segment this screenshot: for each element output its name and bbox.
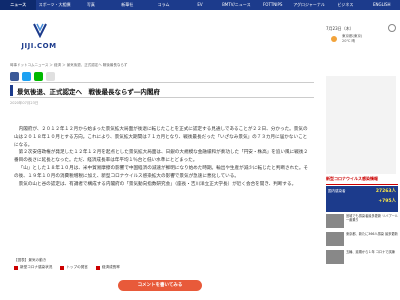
nav-tab-business[interactable]: ビジネス (327, 0, 363, 10)
covid-stats[interactable]: 国内感染者 27263人 +795人 (326, 186, 398, 212)
article-timestamp: 2020年07月23日 (10, 101, 39, 105)
related-link[interactable]: 新型コロナ感染状況 (14, 265, 52, 270)
site-logo[interactable]: JIJI.COM (18, 22, 60, 54)
weather-info: 東京都(東京) 20℃ 晴 (342, 34, 362, 44)
bullet-icon (14, 265, 18, 270)
list-item[interactable]: 宮城でも感染者最多更新 リバプール一番乗り (326, 214, 398, 230)
related-link[interactable]: トップの発言 (60, 265, 88, 270)
figure-link[interactable]: 【図表】景気の動き (14, 258, 46, 263)
sidebar-ad[interactable] (326, 76, 396, 174)
nav-tab-column[interactable]: コラム (145, 0, 181, 10)
covid-count: 27263人 (375, 189, 396, 194)
twitter-icon[interactable] (22, 72, 31, 81)
news-title: 東京都、新たに366人感染 最多更新 (346, 232, 398, 236)
top-nav: ニュース スポーツ・大相撲 写真 新華社 コラム EV BMTV/ニュース FO… (0, 0, 400, 10)
search-icon[interactable] (388, 24, 396, 32)
share-buttons (10, 72, 55, 81)
nav-tab-english[interactable]: ENGLISH (364, 0, 400, 10)
related-link-label: トップの発言 (66, 265, 88, 269)
nav-tab-photo[interactable]: 写真 (73, 0, 109, 10)
nav-tab-news[interactable]: ニュース (0, 0, 37, 10)
article-paragraph: 第２次安倍政権が発足した１２年１２月を起点とした景気拡大局面は、日銀の大規模な金… (14, 150, 309, 164)
covid-label: 国内感染者 (328, 189, 346, 193)
bullet-icon (60, 265, 65, 270)
news-title: 宮城でも感染者最多更新 リバプール一番乗り (346, 214, 398, 223)
news-thumbnail (326, 214, 344, 228)
facebook-icon[interactable] (10, 72, 19, 81)
list-item[interactable]: 東京都、新たに366人感染 最多更新 (326, 232, 398, 248)
covid-section-title[interactable]: 新型コロナウイルス感染情報 (326, 176, 398, 185)
nav-tab-bmtv[interactable]: BMTV/ニュース (218, 0, 254, 10)
line-icon[interactable] (34, 72, 43, 81)
date-label: 7月23日（木） (326, 26, 354, 31)
article-body: 内閣府が、２０１２年１２月から始まった景気拡大局面が後退に転じたことを正式に認定… (14, 126, 310, 188)
breadcrumb[interactable]: 時事ドットコムニュース ＞ 経済 ＞ 景気後退、正式認定へ 戦後最長ならず (10, 63, 300, 68)
jiji-logo-icon (33, 23, 47, 38)
bullet-icon (95, 265, 100, 270)
article-paragraph: 内閣府が、２０１２年１２月から始まった景気拡大局面が後退に転じたことを正式に認定… (14, 127, 308, 148)
nav-tab-fottnips[interactable]: FOTTNIPS (255, 0, 291, 10)
headline-accent-bar (10, 85, 13, 96)
write-comment-button[interactable]: コメントを書いてみる (118, 280, 202, 291)
bookmark-icon[interactable] (46, 72, 55, 81)
related-link-label: 経済成長率 (101, 265, 120, 269)
sun-icon (331, 36, 337, 42)
covid-change: +795人 (378, 199, 396, 204)
nav-tab-agro[interactable]: アグロジャーナル (291, 0, 327, 10)
sidebar-news-list: 宮城でも感染者最多更新 リバプール一番乗り 東京都、新たに366人感染 最多更新… (326, 214, 398, 268)
news-title: 五輪、延期から１年 コロナで試練 (346, 250, 395, 254)
related-link[interactable]: 経済成長率 (95, 265, 120, 270)
article-paragraph: 「山」とした１８年１０月は、米中貿易摩擦の影響で中国経済の減速が鮮明になり始めた… (14, 165, 309, 179)
logo-text: JIJI.COM (21, 42, 57, 50)
related-links: 新型コロナ感染状況 トップの発言 経済成長率 (14, 265, 314, 270)
nav-tab-ev[interactable]: EV (182, 0, 218, 10)
news-thumbnail (326, 250, 344, 264)
related-link-label: 新型コロナ感染状況 (20, 265, 53, 269)
headline-box: 景気後退、正式認定へ 戦後最長ならず―内閣府 (10, 82, 314, 98)
header-info: 7月23日（木） 東京都(東京) 20℃ 晴 (326, 12, 400, 62)
nav-tab-xinhua[interactable]: 新華社 (109, 0, 145, 10)
list-item[interactable]: 五輪、延期から１年 コロナで試練 (326, 250, 398, 266)
nav-tab-sports[interactable]: スポーツ・大相撲 (36, 0, 72, 10)
news-thumbnail (326, 232, 344, 246)
article-paragraph: 景気の山と谷の認定は、有識者で構成する内閣府の「景気動向指数研究会」（座長・吉川… (18, 181, 297, 187)
weather-detail: 20℃ 晴 (342, 39, 355, 43)
article-headline: 景気後退、正式認定へ 戦後最長ならず―内閣府 (17, 88, 160, 96)
